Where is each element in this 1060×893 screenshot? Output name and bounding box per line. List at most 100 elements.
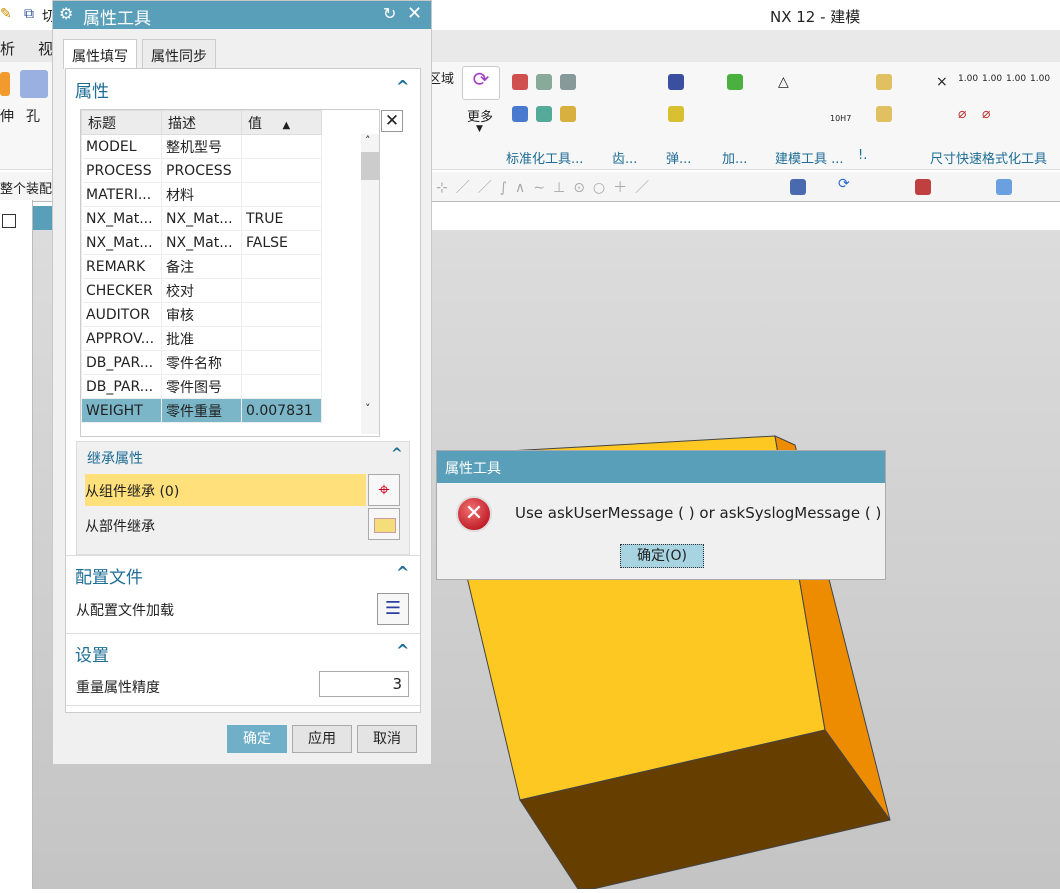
folder-icon[interactable] <box>368 508 400 540</box>
cell-value[interactable] <box>241 254 322 279</box>
part-navigator[interactable] <box>0 200 33 889</box>
group-spring[interactable]: 弹... <box>666 148 691 167</box>
hole-label[interactable]: 孔 <box>26 106 40 126</box>
assembly-icon[interactable] <box>876 106 892 122</box>
cell-title[interactable]: DB_PAR... <box>81 374 162 399</box>
cell-title[interactable]: PROCESS <box>81 158 162 183</box>
part-tab-icon[interactable] <box>33 206 52 230</box>
cell-description[interactable]: 校对 <box>161 278 242 303</box>
message-ok-button[interactable]: 确定(O) <box>620 544 704 568</box>
group-modeling-tools[interactable]: 建模工具 ... <box>775 148 844 167</box>
cell-title[interactable]: APPROV... <box>81 326 162 351</box>
table-row[interactable]: MODEL 整机型号 <box>81 134 322 159</box>
triangle-icon[interactable]: △ <box>778 74 789 90</box>
check-icon[interactable] <box>727 74 743 90</box>
group-dimension-format[interactable]: 尺寸快速格式化工具 <box>930 148 1047 167</box>
scroll-down-icon[interactable]: ˅ <box>365 402 371 415</box>
rotate-icon[interactable]: ⟳ <box>838 176 850 192</box>
column-header-title[interactable]: 标题 <box>81 110 162 135</box>
layout-icon[interactable] <box>915 179 931 195</box>
cell-description[interactable]: NX_Mat... <box>161 230 242 255</box>
cell-title[interactable]: MODEL <box>81 134 162 159</box>
tab-attribute-fill[interactable]: 属性填写 <box>63 39 137 69</box>
cell-value[interactable] <box>241 374 322 399</box>
menu-view[interactable]: 视 <box>38 38 53 59</box>
menu-analysis[interactable]: 析 <box>0 38 15 59</box>
dialog-titlebar[interactable]: ⚙ 属性工具 ↻ ✕ <box>53 1 431 29</box>
extrude-icon[interactable] <box>0 72 10 96</box>
cell-description[interactable]: 备注 <box>161 254 242 279</box>
apply-button[interactable]: 应用 <box>292 725 352 753</box>
column-header-desc[interactable]: 描述 <box>161 110 242 135</box>
tool-icon[interactable] <box>536 74 552 90</box>
message-titlebar[interactable]: 属性工具 <box>437 451 885 483</box>
delete-attribute-button[interactable]: ✕ <box>381 110 403 132</box>
hole-icon[interactable] <box>20 70 48 98</box>
tool-icon[interactable] <box>560 74 576 90</box>
diameter-icon[interactable]: ⌀ <box>982 106 990 122</box>
cell-description[interactable]: 整机型号 <box>161 134 242 159</box>
close-icon[interactable]: ✕ <box>407 3 422 24</box>
cell-value[interactable] <box>241 278 322 303</box>
table-row[interactable]: WEIGHT 零件重量 0.007831 <box>81 398 322 423</box>
section-attributes-title[interactable]: 属性 <box>75 77 109 102</box>
scroll-thumb[interactable] <box>361 152 379 180</box>
cell-description[interactable]: PROCESS <box>161 158 242 183</box>
tool-icon[interactable] <box>536 106 552 122</box>
cell-description[interactable]: 批准 <box>161 326 242 351</box>
assembly-filter-dropdown[interactable]: 整个装配 <box>0 178 52 197</box>
collapse-icon[interactable]: ^ <box>396 77 409 96</box>
cell-title[interactable]: MATERI... <box>81 182 162 207</box>
more-button[interactable]: 更多 <box>467 106 493 125</box>
collapse-icon[interactable]: ^ <box>396 641 409 660</box>
inherit-section-title[interactable]: 继承属性 <box>87 448 143 468</box>
pencil-icon[interactable]: ✎ <box>0 6 12 22</box>
assembly-icon[interactable] <box>876 74 892 90</box>
cell-value[interactable]: 0.007831 <box>241 398 322 423</box>
refresh-icon[interactable]: ⟳ <box>462 66 500 100</box>
table-row[interactable]: NX_Mat... NX_Mat... TRUE <box>81 206 322 231</box>
cell-value[interactable] <box>241 158 322 183</box>
cell-description[interactable]: 材料 <box>161 182 242 207</box>
scroll-up-icon[interactable]: ˄ <box>365 134 371 147</box>
view-cube-icon[interactable] <box>996 179 1012 195</box>
cell-title[interactable]: NX_Mat... <box>81 206 162 231</box>
group-machining[interactable]: 加... <box>722 148 747 167</box>
ok-button[interactable]: 确定 <box>227 725 287 753</box>
weight-precision-input[interactable]: 3 <box>319 671 409 697</box>
chevron-down-icon[interactable]: ▼ <box>476 124 483 134</box>
section-config-title[interactable]: 配置文件 <box>75 563 143 588</box>
table-row[interactable]: CHECKER 校对 <box>81 278 322 303</box>
tool-icon[interactable] <box>560 106 576 122</box>
tool-icon[interactable] <box>512 106 528 122</box>
checkbox-icon[interactable] <box>2 214 16 228</box>
snap-icon[interactable]: ⧉ <box>24 6 34 22</box>
column-header-value[interactable]: 值 ▲ <box>241 110 322 135</box>
snap-point-icons[interactable]: ⊹／／∫∧∼⊥⊙○＋／ <box>436 177 657 197</box>
cell-value[interactable] <box>241 326 322 351</box>
washer-icon[interactable] <box>668 106 684 122</box>
table-row[interactable]: APPROV... 批准 <box>81 326 322 351</box>
cancel-button[interactable]: 取消 <box>357 725 417 753</box>
cell-description[interactable]: 零件图号 <box>161 374 242 399</box>
table-row[interactable]: REMARK 备注 <box>81 254 322 279</box>
fit-tolerance-icon[interactable]: 10H7 <box>830 114 851 123</box>
collapse-icon[interactable]: ^ <box>396 563 409 582</box>
diameter-icon[interactable]: ⌀ <box>958 106 966 122</box>
dim-tolerance-icon[interactable]: 1.00 <box>1030 74 1050 84</box>
cell-value[interactable] <box>241 350 322 375</box>
cell-title[interactable]: AUDITOR <box>81 302 162 327</box>
collapse-icon[interactable]: ^ <box>391 446 403 462</box>
cell-title[interactable]: REMARK <box>81 254 162 279</box>
extrude-label[interactable]: 伸 <box>0 106 14 126</box>
document-icon[interactable]: ☰ <box>377 593 409 625</box>
table-row[interactable]: DB_PAR... 零件名称 <box>81 350 322 375</box>
cell-title[interactable]: NX_Mat... <box>81 230 162 255</box>
table-row[interactable]: NX_Mat... NX_Mat... FALSE <box>81 230 322 255</box>
table-row[interactable]: AUDITOR 审核 <box>81 302 322 327</box>
cell-description[interactable]: 零件名称 <box>161 350 242 375</box>
cell-value[interactable] <box>241 134 322 159</box>
reset-icon[interactable]: ↻ <box>383 4 396 23</box>
dim-tolerance-icon[interactable]: 1.00 <box>1006 74 1026 84</box>
cell-value[interactable] <box>241 182 322 207</box>
